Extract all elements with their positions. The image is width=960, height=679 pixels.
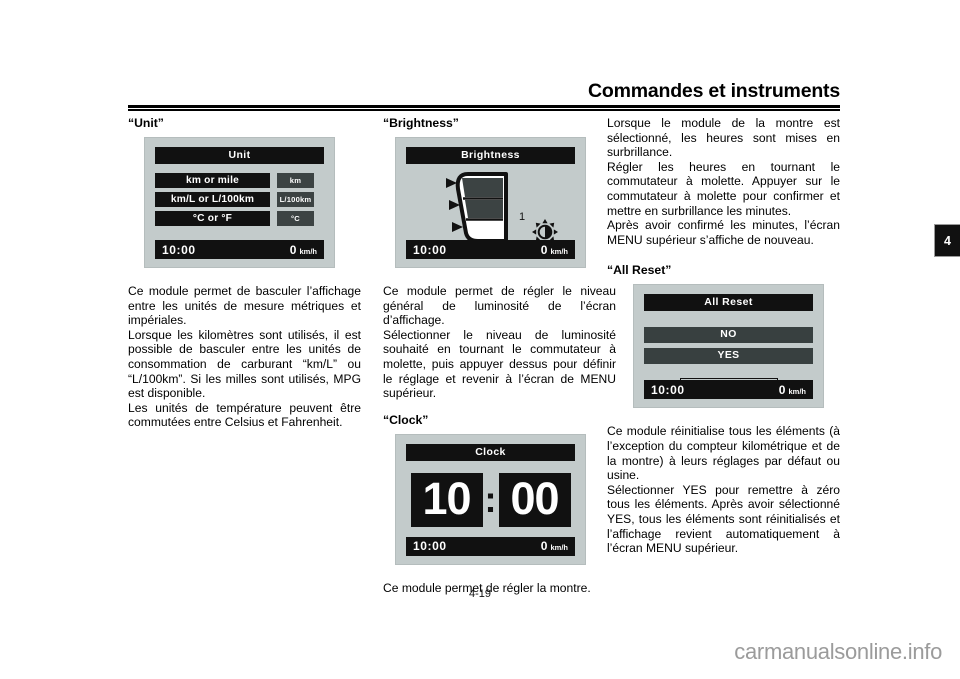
header-rule-primary: [128, 105, 840, 108]
brightness-screen-title: Brightness: [406, 147, 575, 164]
page-header: Commandes et instruments: [128, 80, 840, 111]
status-speed-value: 0: [540, 242, 548, 257]
clock-screen: Clock 10 : 00 10:00 0 km/h: [395, 433, 586, 565]
right-paragraph-3: Après avoir confirmé les minutes, l’écra…: [607, 218, 840, 247]
unit-screen: Unit km or mile km km/L or L/100km L/100…: [144, 137, 335, 268]
unit-row[interactable]: km or mile km: [155, 173, 324, 188]
section-heading-clock: “Clock”: [383, 412, 429, 427]
all-reset-screen-title: All Reset: [644, 294, 813, 312]
middle-paragraph-1: Ce module permet de régler le niveau gén…: [383, 284, 616, 328]
right-paragraph-5: Sélectionner YES pour remettre à zéro to…: [607, 482, 840, 556]
brightness-screen-status-bar: 10:00 0 km/h: [406, 240, 575, 259]
status-speed-unit: km/h: [550, 246, 568, 256]
unit-screen-title: Unit: [155, 147, 324, 164]
page-title: Commandes et instruments: [587, 80, 840, 102]
unit-row-value: km: [277, 173, 314, 188]
status-speed-unit: km/h: [788, 386, 806, 396]
status-speed-unit: km/h: [550, 543, 568, 553]
clock-hours[interactable]: 10: [410, 472, 483, 527]
unit-row-label: km or mile: [155, 173, 270, 188]
brightness-screen: Brightness 1 10:00 0 km/h: [395, 137, 586, 268]
brightness-level-bar[interactable]: 1: [406, 169, 575, 247]
status-speed-unit: km/h: [299, 246, 317, 256]
column-right: Lorsque le module de la montre est sélec…: [607, 116, 840, 556]
watermark: carmanualsonline.info: [734, 639, 942, 664]
status-speed: 0 km/h: [290, 243, 317, 257]
status-speed: 0 km/h: [541, 539, 568, 553]
unit-row-value: L/100km: [277, 192, 314, 207]
clock-separator: :: [484, 478, 497, 520]
status-speed-value: 0: [289, 242, 297, 257]
all-reset-screen: All Reset NO YES 10:00 0 km/h: [633, 284, 824, 409]
all-reset-options: NO YES: [644, 327, 813, 365]
all-reset-screen-status-bar: 10:00 0 km/h: [644, 380, 813, 400]
section-heading-unit: “Unit”: [128, 116, 164, 130]
left-paragraph-1: Ce module permet de basculer l’affichage…: [128, 284, 361, 328]
right-paragraph-2: Régler les heures en tournant le commuta…: [607, 159, 840, 218]
unit-row[interactable]: °C or °F °C: [155, 211, 324, 226]
header-rule-secondary: [128, 109, 840, 111]
all-reset-option-no[interactable]: NO: [644, 327, 813, 344]
column-left: “Unit” Unit km or mile km km/L or L/100k…: [128, 116, 361, 430]
right-paragraph-1: Lorsque le module de la montre est sélec…: [607, 116, 840, 160]
clock-digits[interactable]: 10 : 00: [406, 472, 575, 527]
unit-screen-status-bar: 10:00 0 km/h: [155, 240, 324, 259]
status-clock: 10:00: [413, 242, 447, 257]
page-number: 4-19: [468, 588, 492, 600]
right-paragraph-4: Ce module réinitialise tous les éléments…: [607, 424, 840, 483]
status-speed-value: 0: [778, 382, 786, 397]
unit-row[interactable]: km/L or L/100km L/100km: [155, 192, 324, 207]
all-reset-option-yes[interactable]: YES: [644, 348, 813, 365]
unit-screen-rows: km or mile km km/L or L/100km L/100km °C…: [155, 173, 324, 226]
clock-screen-status-bar: 10:00 0 km/h: [406, 536, 575, 556]
status-clock: 10:00: [413, 539, 447, 554]
unit-row-label: km/L or L/100km: [155, 192, 270, 207]
status-clock: 10:00: [162, 242, 196, 257]
brightness-level-number: 1: [519, 211, 526, 223]
left-paragraph-3: Les unités de température peuvent être c…: [128, 400, 361, 430]
unit-row-label: °C or °F: [155, 211, 270, 226]
manual-page: Commandes et instruments 4 “Unit” Unit k…: [0, 0, 960, 679]
clock-screen-title: Clock: [406, 443, 575, 461]
middle-paragraph-2: Sélectionner le niveau de luminosité sou…: [383, 327, 616, 401]
status-speed: 0 km/h: [541, 243, 568, 257]
clock-minutes[interactable]: 00: [498, 472, 571, 527]
status-speed-value: 0: [540, 539, 548, 554]
section-heading-brightness: “Brightness”: [383, 116, 459, 130]
status-clock: 10:00: [651, 382, 685, 397]
left-paragraph-2: Lorsque les kilomètres sont utilisés, il…: [128, 327, 361, 401]
chapter-tab: 4: [934, 224, 960, 257]
section-heading-all-reset: “All Reset”: [607, 263, 672, 278]
column-middle: “Brightness” Brightness 1 10:00 0 km/h C…: [383, 116, 616, 595]
status-speed: 0 km/h: [779, 383, 806, 397]
unit-row-value: °C: [277, 211, 314, 226]
